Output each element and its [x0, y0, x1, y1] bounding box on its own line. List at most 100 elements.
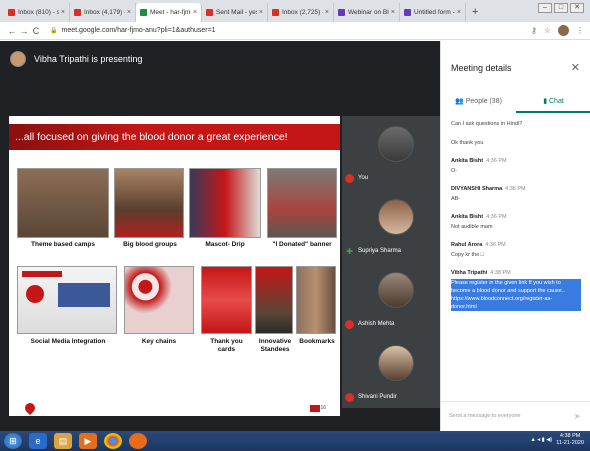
clock-time: 4:38 PM — [559, 433, 581, 439]
profile-avatar[interactable] — [558, 25, 569, 36]
menu-icon[interactable]: ⋮ — [576, 26, 584, 35]
tab-favicon-icon — [8, 9, 15, 16]
chat-message: Ankita Bisht 4:36 PM Not audible mam — [441, 214, 590, 231]
media-player-icon[interactable]: ▶ — [79, 433, 97, 449]
chat-text: Please register in the given link If you… — [451, 279, 581, 311]
tab-favicon-icon — [338, 9, 345, 16]
participant-tile[interactable]: Ashish Mehta — [342, 262, 440, 335]
caption: "I Donated" banner — [272, 241, 332, 248]
participant-tile[interactable]: You — [342, 116, 440, 189]
star-icon[interactable]: ☆ — [544, 26, 551, 35]
people-icon: 👥 — [455, 98, 464, 105]
clock[interactable]: 4:38 PM 11-21-2020 — [556, 433, 584, 447]
tab-close-icon[interactable]: × — [61, 9, 65, 16]
browser-tab-strip: Inbox (810) - shwe×Inbox (4,179) - aba×M… — [0, 0, 590, 22]
chat-time: 4:36 PM — [485, 242, 506, 248]
minimize-button[interactable]: – — [538, 3, 552, 13]
browser-tab[interactable]: Untitled form - Go× — [400, 3, 466, 22]
photo-thank-you-cards — [201, 266, 252, 334]
chat-time: 4:36 PM — [505, 186, 526, 192]
ie-icon[interactable]: e — [29, 433, 47, 449]
chat-text: AB- — [451, 196, 461, 202]
close-icon[interactable]: ✕ — [571, 61, 580, 74]
chat-message: Vibha Tripathi 4:38 PM Please register in … — [441, 270, 590, 311]
presenter-text: Vibha Tripathi is presenting — [34, 54, 143, 64]
presentation-slide: ...all focused on giving the blood donor… — [9, 116, 340, 416]
caption: Thank you cards — [210, 338, 243, 353]
slide-header: ...all focused on giving the blood donor… — [9, 124, 340, 150]
caption: Social Media Integration — [30, 338, 106, 345]
tab-label: Webinar on Blood — [348, 9, 389, 16]
chat-text: Not audible mam — [451, 224, 493, 230]
tab-people-label: People (38) — [465, 98, 502, 105]
browser-tab[interactable]: Sent Mail - yesdeo× — [202, 3, 268, 22]
panel-tabs: 👥 People (38) ▮ Chat — [441, 93, 590, 113]
participant-tile[interactable]: Shivani Pundir — [342, 335, 440, 408]
tab-close-icon[interactable]: × — [391, 9, 395, 16]
close-window-button[interactable]: ✕ — [570, 3, 584, 13]
tray-icons[interactable]: ▲ ◂ ▮ ◀) — [530, 437, 552, 443]
browser-tab[interactable]: Inbox (2,725) - shu× — [268, 3, 334, 22]
chat-sender: Ankita Bisht 4:36 PM — [451, 214, 507, 220]
tab-close-icon[interactable]: × — [325, 9, 329, 16]
tab-close-icon[interactable]: × — [259, 9, 263, 16]
chat-icon: ▮ — [543, 98, 548, 105]
clock-date: 11-21-2020 — [556, 440, 584, 446]
participant-avatar — [378, 272, 414, 308]
browser-tab[interactable]: Inbox (4,179) - aba× — [70, 3, 136, 22]
tab-chat[interactable]: ▮ Chat — [516, 93, 590, 113]
chat-message: DIVYANSHI Sharma 4:36 PM AB- — [441, 186, 590, 203]
send-icon[interactable]: ➤ — [573, 411, 581, 422]
photo-donated-banner — [267, 168, 337, 238]
reload-icon[interactable]: C — [30, 26, 42, 36]
address-bar: ← → C 🔒 meet.google.com/har-fjmo-anu?pli… — [0, 22, 590, 40]
window-controls: – □ ✕ — [538, 3, 584, 13]
chat-message-list[interactable]: Can I ask questions in Hindi? Ok thank yo… — [441, 117, 590, 407]
chat-text: O- — [451, 168, 458, 174]
slide-number: 16 — [320, 405, 326, 411]
chrome-icon[interactable] — [104, 433, 122, 449]
tab-close-icon[interactable]: × — [193, 9, 197, 16]
tab-close-icon[interactable]: × — [127, 9, 131, 16]
tab-label: Inbox (4,179) - aba — [84, 9, 125, 16]
tab-people[interactable]: 👥 People (38) — [441, 93, 516, 113]
url-field[interactable]: 🔒 meet.google.com/har-fjmo-anu?pli=1&aut… — [50, 27, 531, 34]
participant-name: You — [358, 175, 369, 181]
chat-sender: Vibha Tripathi 4:38 PM — [451, 270, 511, 276]
chat-text: Ok thank you — [451, 140, 484, 146]
mic-on-icon: ✚ — [346, 247, 353, 256]
lock-icon: 🔒 — [50, 28, 58, 34]
tab-label: Sent Mail - yesdeo — [216, 9, 257, 16]
forward-icon[interactable]: → — [18, 26, 30, 36]
chat-sender: DIVYANSHI Sharma 4:36 PM — [451, 186, 526, 192]
chat-input[interactable]: Send a message to everyone — [449, 413, 521, 419]
chat-time: 4:36 PM — [486, 214, 507, 220]
maximize-button[interactable]: □ — [554, 3, 568, 13]
photo-key-chains — [124, 266, 194, 334]
photo-social-media — [17, 266, 117, 334]
tab-label: Meet - har-fjmo- — [150, 9, 191, 16]
back-icon[interactable]: ← — [6, 26, 18, 36]
tab-favicon-icon — [74, 9, 81, 16]
chat-sender: Rahul Arora 4:36 PM — [451, 242, 506, 248]
tab-favicon-icon — [272, 9, 279, 16]
photo-standees — [255, 266, 293, 334]
participant-avatar — [378, 199, 414, 235]
new-tab-button[interactable]: + — [466, 3, 484, 22]
mic-off-icon — [345, 320, 354, 329]
browser-tab[interactable]: Webinar on Blood× — [334, 3, 400, 22]
participant-tile[interactable]: ✚ Supriya Sharma — [342, 189, 440, 262]
tab-close-icon[interactable]: × — [457, 9, 461, 16]
browser-tab[interactable]: Meet - har-fjmo-× — [136, 3, 202, 22]
presenter-bar: Vibha Tripathi is presenting — [10, 51, 142, 67]
participant-name: Ashish Mehta — [358, 321, 395, 327]
photo-bookmarks — [296, 266, 336, 334]
browser-tab[interactable]: Inbox (810) - shwe× — [4, 3, 70, 22]
chat-sender: Ankita Bisht 4:36 PM — [451, 158, 507, 164]
chat-message: Ankita Bisht 4:36 PM O- — [441, 158, 590, 175]
chat-time: 4:38 PM — [490, 270, 511, 276]
explorer-icon[interactable]: ▤ — [54, 433, 72, 449]
start-button[interactable]: ⊞ — [4, 433, 22, 449]
firefox-icon[interactable] — [129, 433, 147, 449]
key-icon[interactable]: ⚷ — [531, 26, 537, 35]
